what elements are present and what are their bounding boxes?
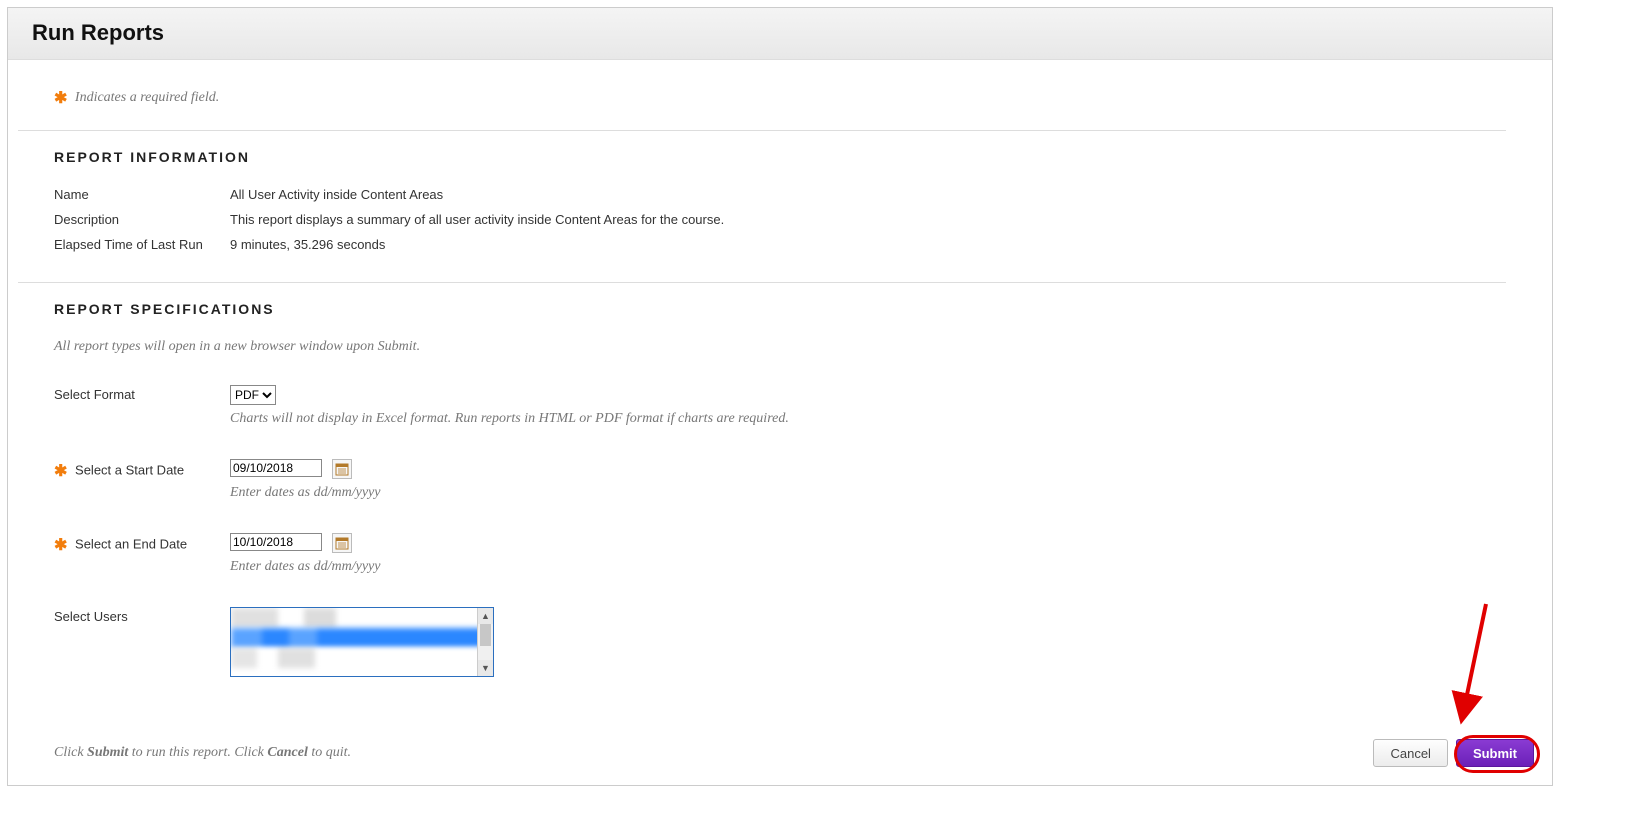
form-row-end-date: ✱ Select an End Date Enter d: [54, 533, 1506, 575]
info-label: Description: [54, 212, 230, 227]
end-date-hint: Enter dates as dd/mm/yyyy: [230, 559, 1506, 575]
info-label: Name: [54, 187, 230, 202]
info-row-description: Description This report displays a summa…: [54, 212, 1506, 227]
section-title-info: REPORT INFORMATION: [54, 149, 1506, 165]
required-asterisk-icon: ✱: [54, 90, 67, 107]
form-row-format: Select Format PDF Charts will not displa…: [54, 385, 1506, 427]
start-date-input[interactable]: [230, 459, 322, 477]
format-hint: Charts will not display in Excel format.…: [230, 411, 1506, 427]
submit-button[interactable]: Submit: [1456, 739, 1534, 767]
section-title-spec: REPORT SPECIFICATIONS: [54, 301, 1506, 317]
calendar-icon: [335, 536, 349, 550]
info-row-name: Name All User Activity inside Content Ar…: [54, 187, 1506, 202]
users-multiselect[interactable]: ▲ ▼: [230, 607, 494, 677]
required-asterisk-icon: ✱: [54, 537, 67, 554]
scroll-thumb[interactable]: [480, 624, 491, 646]
start-date-label: Select a Start Date: [75, 462, 184, 477]
footer-note: Click Submit to run this report. Click C…: [54, 745, 1365, 761]
format-select[interactable]: PDF: [230, 385, 276, 405]
form-row-users: Select Users ▲ ▼: [54, 607, 1506, 677]
info-row-elapsed: Elapsed Time of Last Run 9 minutes, 35.2…: [54, 237, 1506, 252]
divider: [18, 130, 1506, 131]
cancel-button[interactable]: Cancel: [1373, 739, 1447, 767]
scroll-up-icon[interactable]: ▲: [478, 608, 493, 624]
start-date-hint: Enter dates as dd/mm/yyyy: [230, 485, 1506, 501]
users-label: Select Users: [54, 607, 230, 624]
calendar-icon: [335, 462, 349, 476]
required-field-text: Indicates a required field.: [75, 90, 219, 105]
list-item[interactable]: [231, 648, 493, 668]
footer-bar: Click Submit to run this report. Click C…: [8, 739, 1552, 767]
info-value: All User Activity inside Content Areas: [230, 187, 443, 202]
end-date-input[interactable]: [230, 533, 322, 551]
required-asterisk-icon: ✱: [54, 463, 67, 480]
format-label: Select Format: [54, 385, 230, 402]
list-item[interactable]: [231, 608, 493, 628]
end-date-label: Select an End Date: [75, 536, 187, 551]
list-item-selected[interactable]: [231, 628, 493, 648]
info-value: This report displays a summary of all us…: [230, 212, 724, 227]
page-title: Run Reports: [32, 20, 1528, 46]
form-row-start-date: ✱ Select a Start Date Enter: [54, 459, 1506, 501]
required-field-note: ✱ Indicates a required field.: [54, 88, 1506, 108]
info-value: 9 minutes, 35.296 seconds: [230, 237, 385, 252]
scroll-track[interactable]: [478, 624, 493, 660]
divider: [18, 282, 1506, 283]
start-date-calendar-button[interactable]: [332, 459, 352, 479]
info-label: Elapsed Time of Last Run: [54, 237, 230, 252]
page-header: Run Reports: [8, 8, 1552, 60]
end-date-calendar-button[interactable]: [332, 533, 352, 553]
scroll-down-icon[interactable]: ▼: [478, 660, 493, 676]
scrollbar[interactable]: ▲ ▼: [477, 608, 493, 676]
spec-note: All report types will open in a new brow…: [54, 339, 1506, 355]
